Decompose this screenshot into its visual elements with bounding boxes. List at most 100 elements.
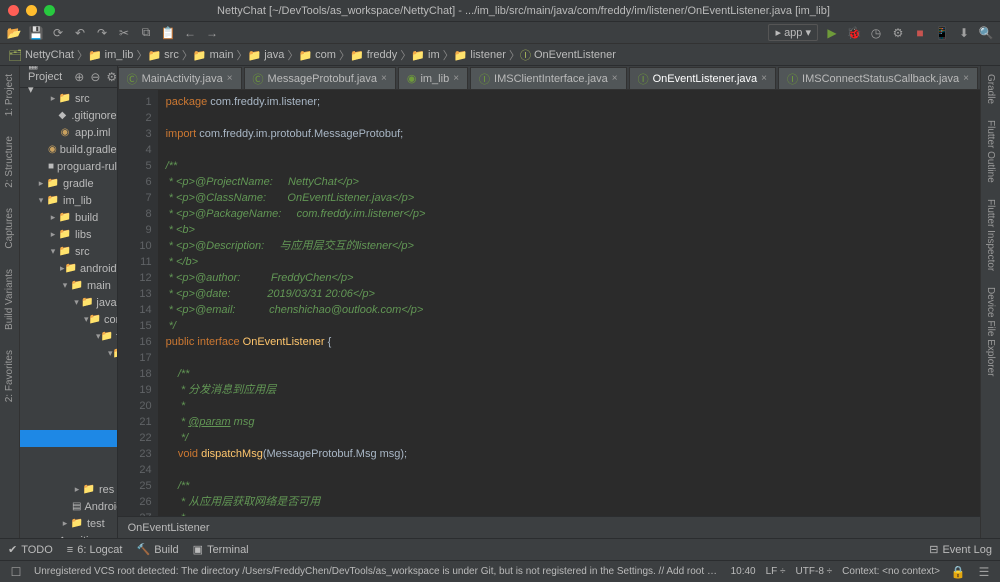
tool-project[interactable]: 1: Project [4, 74, 15, 116]
breadcrumb-item[interactable]: 📁 im [411, 49, 439, 62]
breadcrumb-item[interactable]: 📁 listener [454, 49, 506, 62]
run-icon[interactable]: ▶ [824, 25, 840, 41]
breadcrumb-item[interactable]: 🗂 NettyChat [8, 49, 74, 62]
tree-node[interactable]: ▾📁im_lib [20, 192, 117, 209]
breadcrumb-item[interactable]: 📁 com [298, 49, 335, 62]
event-log-tab[interactable]: ⊟ Event Log [929, 543, 992, 556]
editor-tab[interactable]: ⒾIMSClientInterface.java× [470, 67, 627, 89]
tool-flutter-inspector[interactable]: Flutter Inspector [985, 199, 996, 271]
build-tab[interactable]: 🔨 Build [136, 543, 178, 556]
tree-node[interactable]: ◉build.gradle [20, 141, 117, 158]
source-text[interactable]: package com.freddy.im.listener; import c… [158, 90, 980, 516]
tree-node[interactable]: ◆.gitignore [20, 107, 117, 124]
tree-node[interactable]: ▸📁libs [20, 226, 117, 243]
tool-favorites[interactable]: 2: Favorites [4, 350, 15, 402]
todo-tab[interactable]: ✔ TODO [8, 543, 53, 556]
copy-icon[interactable]: ⧉ [138, 25, 154, 41]
line-ending[interactable]: LF ÷ [766, 566, 786, 577]
close-window[interactable] [8, 5, 19, 16]
forward-icon[interactable]: → [204, 25, 220, 41]
avd-icon[interactable]: 📱 [934, 25, 950, 41]
tree-node[interactable]: ▾📁freddy [20, 328, 117, 345]
tree-node[interactable]: ⒾIMSClientInterface [20, 379, 117, 396]
tree-node[interactable]: ▸📁androidTest [20, 260, 117, 277]
tree-node[interactable]: ⒾOnEventListener [20, 430, 117, 447]
status-bar: ☐ Unregistered VCS root detected: The di… [0, 560, 1000, 582]
paste-icon[interactable]: 📋 [160, 25, 176, 41]
tool-device-explorer[interactable]: Device File Explorer [985, 287, 996, 376]
project-tree[interactable]: ▸📁src◆.gitignore◉app.iml◉build.gradle■pr… [20, 88, 117, 538]
editor-tab[interactable]: ◉im_lib× [398, 67, 468, 89]
tool-captures[interactable]: Captures [4, 208, 15, 249]
attach-icon[interactable]: ⚙ [890, 25, 906, 41]
back-icon[interactable]: ← [182, 25, 198, 41]
editor-tab[interactable]: ⒸMessageProtobuf.java× [244, 67, 396, 89]
minimize-window[interactable] [26, 5, 37, 16]
tree-node[interactable]: ▸📁build [20, 209, 117, 226]
window-title: NettyChat [~/DevTools/as_workspace/Netty… [55, 5, 992, 17]
memory-icon[interactable]: ☰ [976, 564, 992, 580]
tool-flutter-outline[interactable]: Flutter Outline [985, 120, 996, 183]
scroll-to-icon[interactable]: ⊕ [74, 69, 84, 85]
maximize-window[interactable] [44, 5, 55, 16]
breadcrumb-item[interactable]: 📁 src [147, 49, 178, 62]
sdk-icon[interactable]: ⬇ [956, 25, 972, 41]
logcat-tab[interactable]: ≡ 6: Logcat [67, 544, 123, 556]
breadcrumb-item[interactable]: Ⓘ OnEventListener [520, 47, 616, 63]
cursor-position[interactable]: 10:40 [731, 566, 756, 577]
tree-node[interactable]: ◆.gitignore [20, 532, 117, 538]
editor-tab[interactable]: ⒾOnEventListener.java× [629, 67, 776, 89]
run-config-selector[interactable]: ▸ app ▾ [768, 24, 818, 41]
tree-node[interactable]: ▤AndroidManifest.xml [20, 498, 117, 515]
line-gutter: 1234567891011121314151617181920212223242… [118, 90, 158, 516]
open-icon[interactable]: 📂 [6, 25, 22, 41]
tree-node[interactable]: ▾📁src [20, 243, 117, 260]
gear-icon[interactable]: ⚙ [106, 69, 117, 85]
editor-area: ⒸMainActivity.java×ⒸMessageProtobuf.java… [118, 66, 980, 538]
collapse-icon[interactable]: ⊖ [90, 69, 100, 85]
redo-icon[interactable]: ↷ [94, 25, 110, 41]
breadcrumb-item[interactable]: 📁 im_lib [88, 49, 133, 62]
editor-breadcrumb[interactable]: OnEventListener [118, 516, 980, 538]
tree-node[interactable]: ■proguard-rules.pro [20, 158, 117, 175]
terminal-tab[interactable]: ▣ Terminal [193, 543, 249, 556]
tree-node[interactable]: ◉app.iml [20, 124, 117, 141]
tree-node[interactable]: ▾📁java [20, 294, 117, 311]
search-icon[interactable]: 🔍 [978, 25, 994, 41]
tree-node[interactable]: ▾📁main [20, 277, 117, 294]
context[interactable]: Context: <no context> [842, 566, 940, 577]
status-icon[interactable]: ☐ [8, 564, 24, 580]
editor-tab[interactable]: ⒸMainActivity.java× [118, 67, 242, 89]
stop-icon[interactable]: ■ [912, 25, 928, 41]
tree-node[interactable]: ▾📁im [20, 345, 117, 362]
debug-icon[interactable]: 🐞 [846, 25, 862, 41]
breadcrumb-item[interactable]: 📁 main [193, 49, 234, 62]
tool-build-variants[interactable]: Build Variants [4, 269, 15, 330]
undo-icon[interactable]: ↶ [72, 25, 88, 41]
breadcrumb-item[interactable]: 📁 freddy [350, 49, 397, 62]
status-message[interactable]: Unregistered VCS root detected: The dire… [34, 566, 721, 577]
tool-structure[interactable]: 2: Structure [4, 136, 15, 188]
code-editor[interactable]: 1234567891011121314151617181920212223242… [118, 90, 980, 516]
sync-icon[interactable]: ⟳ [50, 25, 66, 41]
tree-node[interactable]: ▾📁protobuf [20, 447, 117, 464]
tool-gradle[interactable]: Gradle [985, 74, 996, 104]
cut-icon[interactable]: ✂ [116, 25, 132, 41]
tree-node[interactable]: ▸📁src [20, 90, 117, 107]
tree-node[interactable]: ⒸMessageProtobuf [20, 464, 117, 481]
tree-node[interactable]: ▾📁listener [20, 396, 117, 413]
tree-node[interactable]: ▸📁gradle [20, 175, 117, 192]
profile-icon[interactable]: ◷ [868, 25, 884, 41]
tree-node[interactable]: ▸📁res [20, 481, 117, 498]
project-tool-window: ▦ Project ▾ ⊕ ⊖ ⚙ — ▸📁src◆.gitignore◉app… [20, 66, 118, 538]
tree-node[interactable]: ⒾIMSConnectStatusCallback [20, 413, 117, 430]
editor-tab[interactable]: ⒾIMSConnectStatusCallback.java× [778, 67, 978, 89]
tree-node[interactable]: ▾📁interf [20, 362, 117, 379]
title-bar: NettyChat [~/DevTools/as_workspace/Netty… [0, 0, 1000, 22]
lock-icon[interactable]: 🔒 [950, 564, 966, 580]
breadcrumb-item[interactable]: 📁 java [248, 49, 285, 62]
tree-node[interactable]: ▸📁test [20, 515, 117, 532]
encoding[interactable]: UTF-8 ÷ [796, 566, 833, 577]
tree-node[interactable]: ▾📁com [20, 311, 117, 328]
save-icon[interactable]: 💾 [28, 25, 44, 41]
